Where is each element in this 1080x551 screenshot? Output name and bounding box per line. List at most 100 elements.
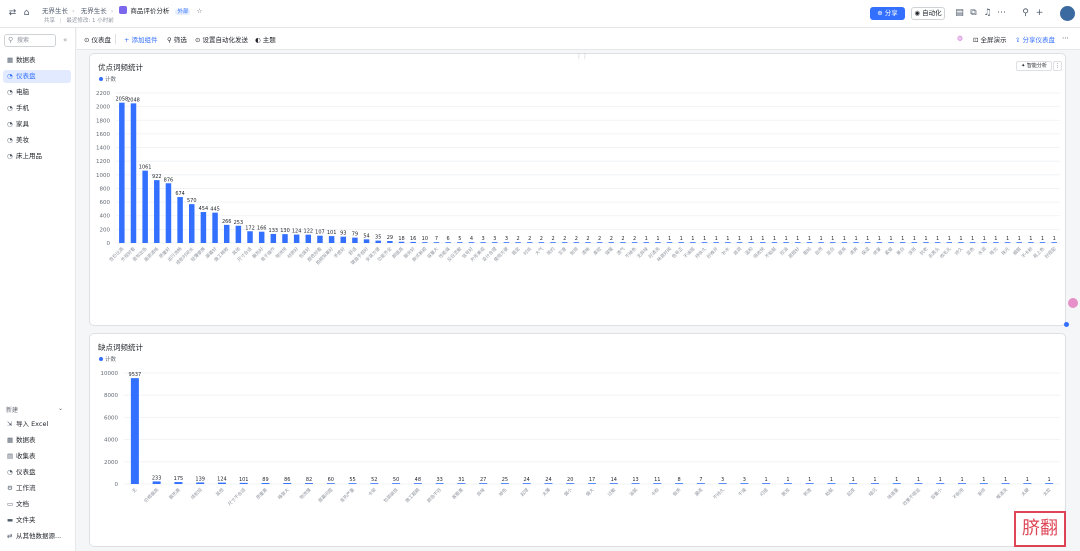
bar[interactable] xyxy=(340,236,347,243)
bar[interactable] xyxy=(946,242,953,243)
bar[interactable] xyxy=(783,242,789,243)
bar[interactable] xyxy=(200,212,207,243)
bar[interactable] xyxy=(725,242,731,243)
bar[interactable] xyxy=(713,242,719,243)
bar[interactable] xyxy=(189,204,195,243)
bar[interactable] xyxy=(261,483,270,484)
share-button[interactable]: ⊕ 分享 xyxy=(870,7,905,20)
more-options-icon[interactable]: ⋯ xyxy=(1062,34,1069,42)
bar[interactable] xyxy=(678,242,684,243)
bar[interactable] xyxy=(631,242,638,243)
bar[interactable] xyxy=(258,231,265,243)
bar[interactable] xyxy=(538,242,545,243)
bar[interactable] xyxy=(911,242,918,243)
bar[interactable] xyxy=(492,242,498,243)
bar[interactable] xyxy=(675,483,684,484)
bar[interactable] xyxy=(177,197,183,243)
new-section-heading[interactable]: 新建 ⌄ xyxy=(6,405,63,414)
assistant-badge-icon[interactable] xyxy=(1068,298,1078,308)
bar[interactable] xyxy=(1001,483,1010,484)
sidebar-item[interactable]: ◔ 电脑 xyxy=(3,86,71,99)
bar[interactable] xyxy=(783,483,792,484)
chart-card-pros[interactable]: ⋮⋮ 优点词频统计 计数 ✦ 智能分析 ⋮ 0 200 400 600 800 1000 1… xyxy=(89,53,1066,326)
bar[interactable] xyxy=(923,242,929,243)
new-item[interactable]: ▬ 文件夹 xyxy=(3,514,71,527)
avatar[interactable] xyxy=(1060,6,1075,21)
bar[interactable] xyxy=(239,482,248,484)
share-dashboard-button[interactable]: ⇪ 分享仪表盘 xyxy=(1015,34,1055,44)
bar[interactable] xyxy=(806,242,813,243)
bar[interactable] xyxy=(841,242,848,243)
bar[interactable] xyxy=(282,234,288,243)
bar[interactable] xyxy=(666,242,673,243)
bar[interactable] xyxy=(934,242,941,243)
automation-button[interactable]: ◉ 自动化 xyxy=(911,7,945,20)
doc-title[interactable]: 商品评价分析 xyxy=(130,7,169,15)
bar[interactable] xyxy=(433,242,440,243)
bar[interactable] xyxy=(585,242,591,243)
bar[interactable] xyxy=(503,242,510,243)
new-item[interactable]: ⇲ 导入 Excel xyxy=(3,418,71,431)
new-item[interactable]: ▤ 收集表 xyxy=(3,450,71,463)
bar[interactable] xyxy=(818,242,824,243)
bar[interactable] xyxy=(740,483,749,484)
bar[interactable] xyxy=(631,483,640,484)
bar[interactable] xyxy=(348,483,357,484)
plugin-icon[interactable]: ⧉ xyxy=(968,8,979,19)
bar[interactable] xyxy=(849,483,858,484)
bar[interactable] xyxy=(760,242,766,243)
bar[interactable] xyxy=(317,235,323,243)
fullscreen-button[interactable]: ⊡ 全屏演示 xyxy=(973,34,1007,44)
bar[interactable] xyxy=(468,242,475,243)
bar[interactable] xyxy=(130,103,137,243)
bar[interactable] xyxy=(829,242,836,243)
bar[interactable] xyxy=(247,231,253,243)
bar[interactable] xyxy=(174,482,183,484)
bar[interactable] xyxy=(888,242,894,243)
bar[interactable] xyxy=(718,483,727,484)
star-icon[interactable]: ☆ xyxy=(197,7,203,15)
bar[interactable] xyxy=(1004,242,1011,243)
bar[interactable] xyxy=(457,483,466,484)
bar[interactable] xyxy=(653,483,662,484)
bar[interactable] xyxy=(413,483,422,484)
bar[interactable] xyxy=(387,241,393,243)
bar[interactable] xyxy=(196,482,205,484)
bar[interactable] xyxy=(305,483,314,484)
dashboard-menu[interactable]: ⊙ 仪表盘 xyxy=(84,34,111,44)
filter-button[interactable]: ⚲ 筛选 xyxy=(167,34,187,44)
bar[interactable] xyxy=(561,242,568,243)
bar[interactable] xyxy=(217,482,226,484)
bar[interactable] xyxy=(762,483,771,484)
bar[interactable] xyxy=(293,234,300,243)
search-input[interactable]: ⚲ 搜索 xyxy=(4,34,56,47)
bar[interactable] xyxy=(212,212,218,243)
bar[interactable] xyxy=(899,242,906,243)
bar[interactable] xyxy=(1045,483,1054,484)
bar[interactable] xyxy=(152,481,161,484)
bar[interactable] xyxy=(643,242,650,243)
bar[interactable] xyxy=(479,483,488,484)
bar[interactable] xyxy=(608,242,615,243)
bar[interactable] xyxy=(771,242,778,243)
bar[interactable] xyxy=(550,242,556,243)
bar[interactable] xyxy=(1028,242,1034,243)
bar[interactable] xyxy=(936,483,945,484)
sidebar-item[interactable]: ◔ 仪表盘 xyxy=(3,70,71,83)
bar[interactable] xyxy=(154,180,160,243)
new-item[interactable]: ◔ 仪表盘 xyxy=(3,466,71,479)
bar[interactable] xyxy=(958,483,967,484)
bar[interactable] xyxy=(655,242,661,243)
bar[interactable] xyxy=(480,242,486,243)
bar[interactable] xyxy=(870,483,879,484)
bar[interactable] xyxy=(979,483,988,484)
new-item[interactable]: ▭ 文档 xyxy=(3,498,71,511)
bar[interactable] xyxy=(445,242,451,243)
bar[interactable] xyxy=(130,378,139,484)
bar[interactable] xyxy=(620,242,626,243)
sidebar-item[interactable]: ▦ 数据表 xyxy=(3,54,71,67)
bar[interactable] xyxy=(422,242,428,243)
bar[interactable] xyxy=(958,242,964,243)
bar[interactable] xyxy=(805,483,814,484)
bar[interactable] xyxy=(696,483,705,484)
